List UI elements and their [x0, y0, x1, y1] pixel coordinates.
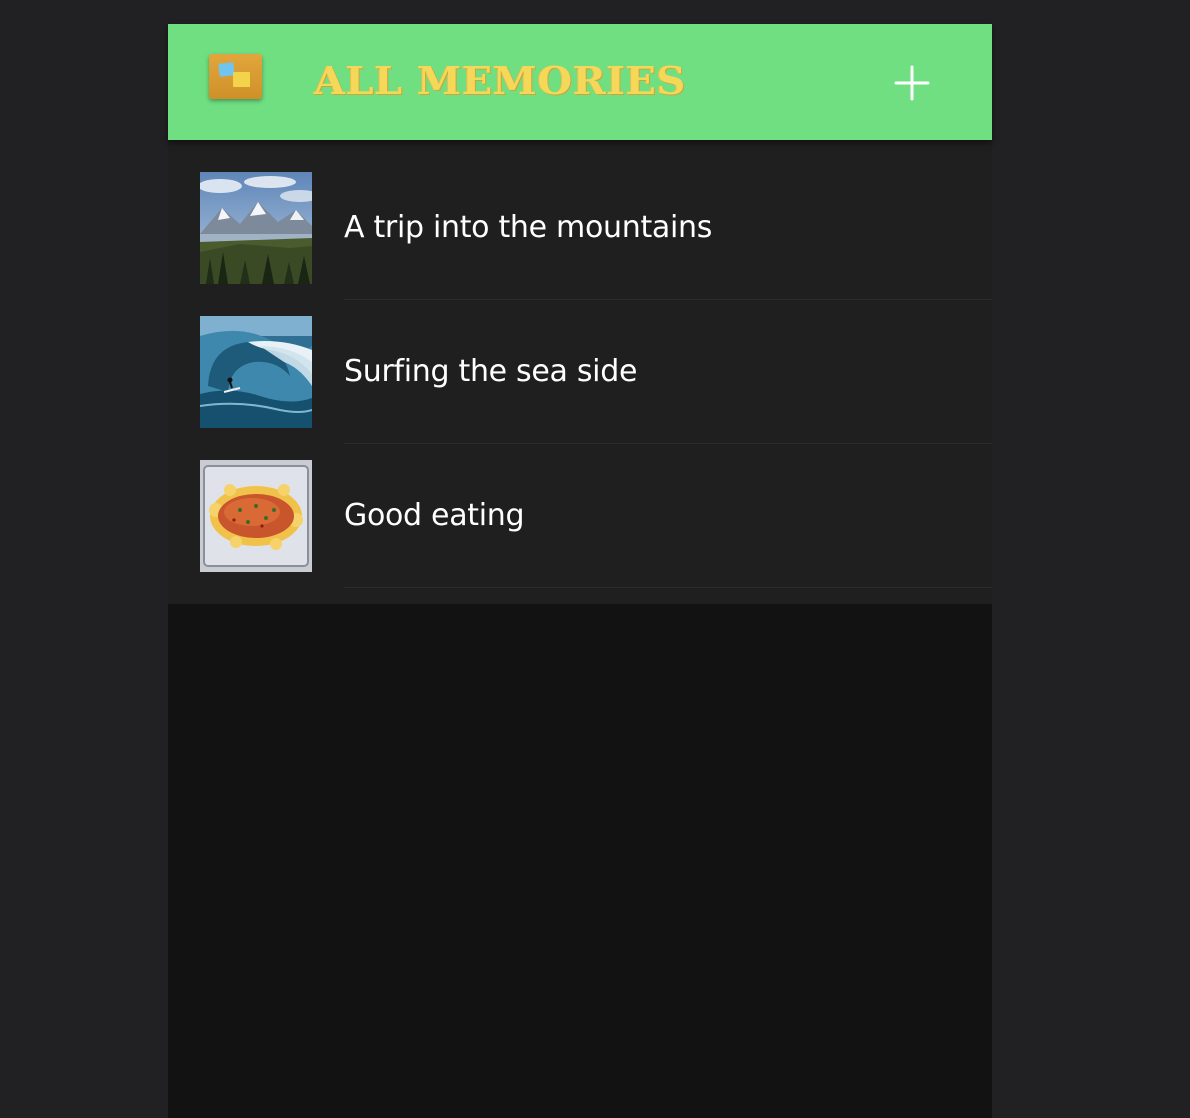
- page-title: ALL MEMORIES: [314, 58, 686, 103]
- app-header: ALL MEMORIES: [168, 24, 992, 140]
- list-item[interactable]: Surfing the sea side: [168, 300, 992, 444]
- sticky-notes-icon: [209, 54, 262, 99]
- list-item[interactable]: A trip into the mountains: [168, 156, 992, 300]
- memory-title: Good eating: [344, 498, 525, 533]
- yellow-note-shape: [233, 72, 250, 87]
- app-window: ALL MEMORIES A trip into the mountains S…: [168, 24, 992, 1118]
- memory-title: A trip into the mountains: [344, 210, 713, 245]
- list-item[interactable]: Good eating: [168, 444, 992, 588]
- memories-list: A trip into the mountains Surfing the se…: [168, 140, 992, 604]
- baked-salmon-dish-image: [200, 460, 312, 572]
- mountain-landscape-image: [200, 172, 312, 284]
- divider: [344, 587, 992, 588]
- memory-title: Surfing the sea side: [344, 354, 638, 389]
- surfing-wave-image: [200, 316, 312, 428]
- add-memory-button[interactable]: [886, 57, 938, 109]
- plus-icon: [894, 65, 930, 101]
